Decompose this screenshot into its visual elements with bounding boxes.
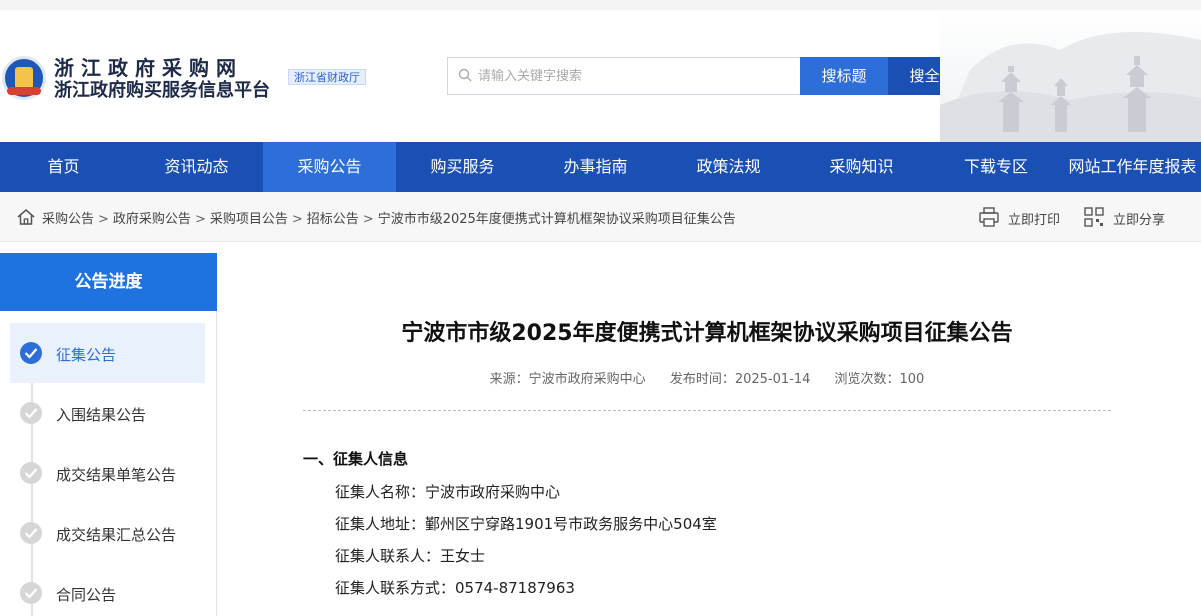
check-circle-icon: [20, 522, 42, 544]
breadcrumb-separator: >: [362, 212, 374, 227]
breadcrumb-separator: >: [194, 212, 206, 227]
breadcrumb: 采购公告 > 政府采购公告 > 采购项目公告 > 招标公告 > 宁波市市级2025年度便携式计算…: [42, 208, 736, 227]
article-view-count: 浏览次数：100: [834, 372, 925, 387]
progress-step-collection-notice[interactable]: 征集公告: [10, 323, 205, 383]
collector-contact-phone: 征集人联系方式：0574-87187963: [335, 579, 575, 597]
top-utility-bar: [0, 0, 1201, 10]
main-nav: 首页 资讯动态 采购公告 购买服务 办事指南 政策法规 采购知识 下载专区 网站…: [0, 142, 1201, 192]
printer-icon: [979, 207, 999, 227]
nav-item-purchase-services[interactable]: 购买服务: [396, 142, 529, 192]
progress-step-label: 成交结果汇总公告: [56, 526, 177, 544]
nav-item-news[interactable]: 资讯动态: [130, 142, 263, 192]
print-button[interactable]: 立即打印: [978, 206, 1068, 228]
progress-step-label: 入围结果公告: [56, 406, 147, 424]
site-logo-icon: [2, 56, 46, 100]
breadcrumb-link[interactable]: 采购公告: [42, 212, 94, 227]
qr-code-icon: [1084, 207, 1104, 227]
collector-contact-person: 征集人联系人：王女士: [335, 547, 486, 565]
print-label: 立即打印: [1008, 213, 1061, 228]
breadcrumb-link[interactable]: 政府采购公告: [113, 212, 191, 227]
breadcrumb-separator: >: [291, 212, 303, 227]
section-heading: 一、征集人信息: [303, 450, 409, 468]
site-subtitle: 浙江政府购买服务信息平台: [54, 80, 270, 101]
breadcrumb-separator: >: [98, 212, 109, 227]
collector-name: 征集人名称：宁波市政府采购中心: [335, 483, 561, 501]
site-header: 浙江政府采购网 浙江政府购买服务信息平台 浙江省财政厅 搜标题 搜全文: [0, 10, 1201, 142]
article-title: 宁波市市级2025年度便携式计算机框架协议采购项目征集公告: [401, 321, 1013, 346]
progress-step-contract-notice[interactable]: 合同公告: [10, 563, 205, 616]
nav-item-annual-report[interactable]: 网站工作年度报表: [1064, 142, 1201, 192]
sidebar-heading: 公告进度: [0, 253, 217, 311]
pagoda-scenery-illustration: [940, 10, 1201, 142]
department-badge: 浙江省财政厅: [288, 69, 366, 85]
search-title-button[interactable]: 搜标题: [800, 57, 888, 95]
article-publish-time: 发布时间：2025-01-14: [669, 372, 811, 387]
progress-step-summary-deal-result[interactable]: 成交结果汇总公告: [10, 503, 205, 563]
progress-step-label: 征集公告: [56, 346, 117, 364]
breadcrumb-bar: 采购公告 > 政府采购公告 > 采购项目公告 > 招标公告 > 宁波市市级2025年度便携式计算…: [0, 192, 1201, 242]
progress-step-shortlist-result[interactable]: 入围结果公告: [10, 383, 205, 443]
collector-address: 征集人地址：鄞州区宁穿路1901号市政务服务中心504室: [335, 515, 717, 533]
search-icon: [458, 68, 472, 82]
nav-item-knowledge[interactable]: 采购知识: [795, 142, 928, 192]
progress-step-label: 合同公告: [56, 586, 117, 604]
breadcrumb-link[interactable]: 招标公告: [307, 212, 359, 227]
progress-step-label: 成交结果单笔公告: [56, 466, 177, 484]
article-source: 来源：宁波市政府采购中心: [489, 372, 646, 387]
share-button[interactable]: 立即分享: [1083, 206, 1173, 228]
nav-item-home[interactable]: 首页: [0, 142, 127, 192]
check-circle-icon: [20, 582, 42, 604]
nav-item-guide[interactable]: 办事指南: [529, 142, 662, 192]
check-circle-icon: [20, 462, 42, 484]
notice-progress-sidebar: 公告进度 征集公告 入围结果公告 成交结果单笔公告 成交结果汇总公告 合同公告: [0, 253, 217, 616]
home-icon[interactable]: [16, 207, 36, 227]
article-meta: 来源：宁波市政府采购中心 发布时间：2025-01-14 浏览次数：100: [303, 368, 1111, 387]
search-input[interactable]: [478, 58, 793, 94]
check-circle-icon: [20, 342, 42, 364]
breadcrumb-link[interactable]: 采购项目公告: [210, 212, 288, 227]
breadcrumb-current: 宁波市市级2025年度便携式计算机框架协议采购项目征集公告: [377, 212, 736, 227]
nav-item-procurement-notices[interactable]: 采购公告: [263, 142, 396, 192]
search-box: [447, 57, 800, 95]
check-circle-icon: [20, 402, 42, 424]
nav-item-policies[interactable]: 政策法规: [662, 142, 795, 192]
nav-item-downloads[interactable]: 下载专区: [928, 142, 1064, 192]
article-divider: [303, 410, 1111, 411]
progress-step-single-deal-result[interactable]: 成交结果单笔公告: [10, 443, 205, 503]
share-label: 立即分享: [1113, 213, 1166, 228]
